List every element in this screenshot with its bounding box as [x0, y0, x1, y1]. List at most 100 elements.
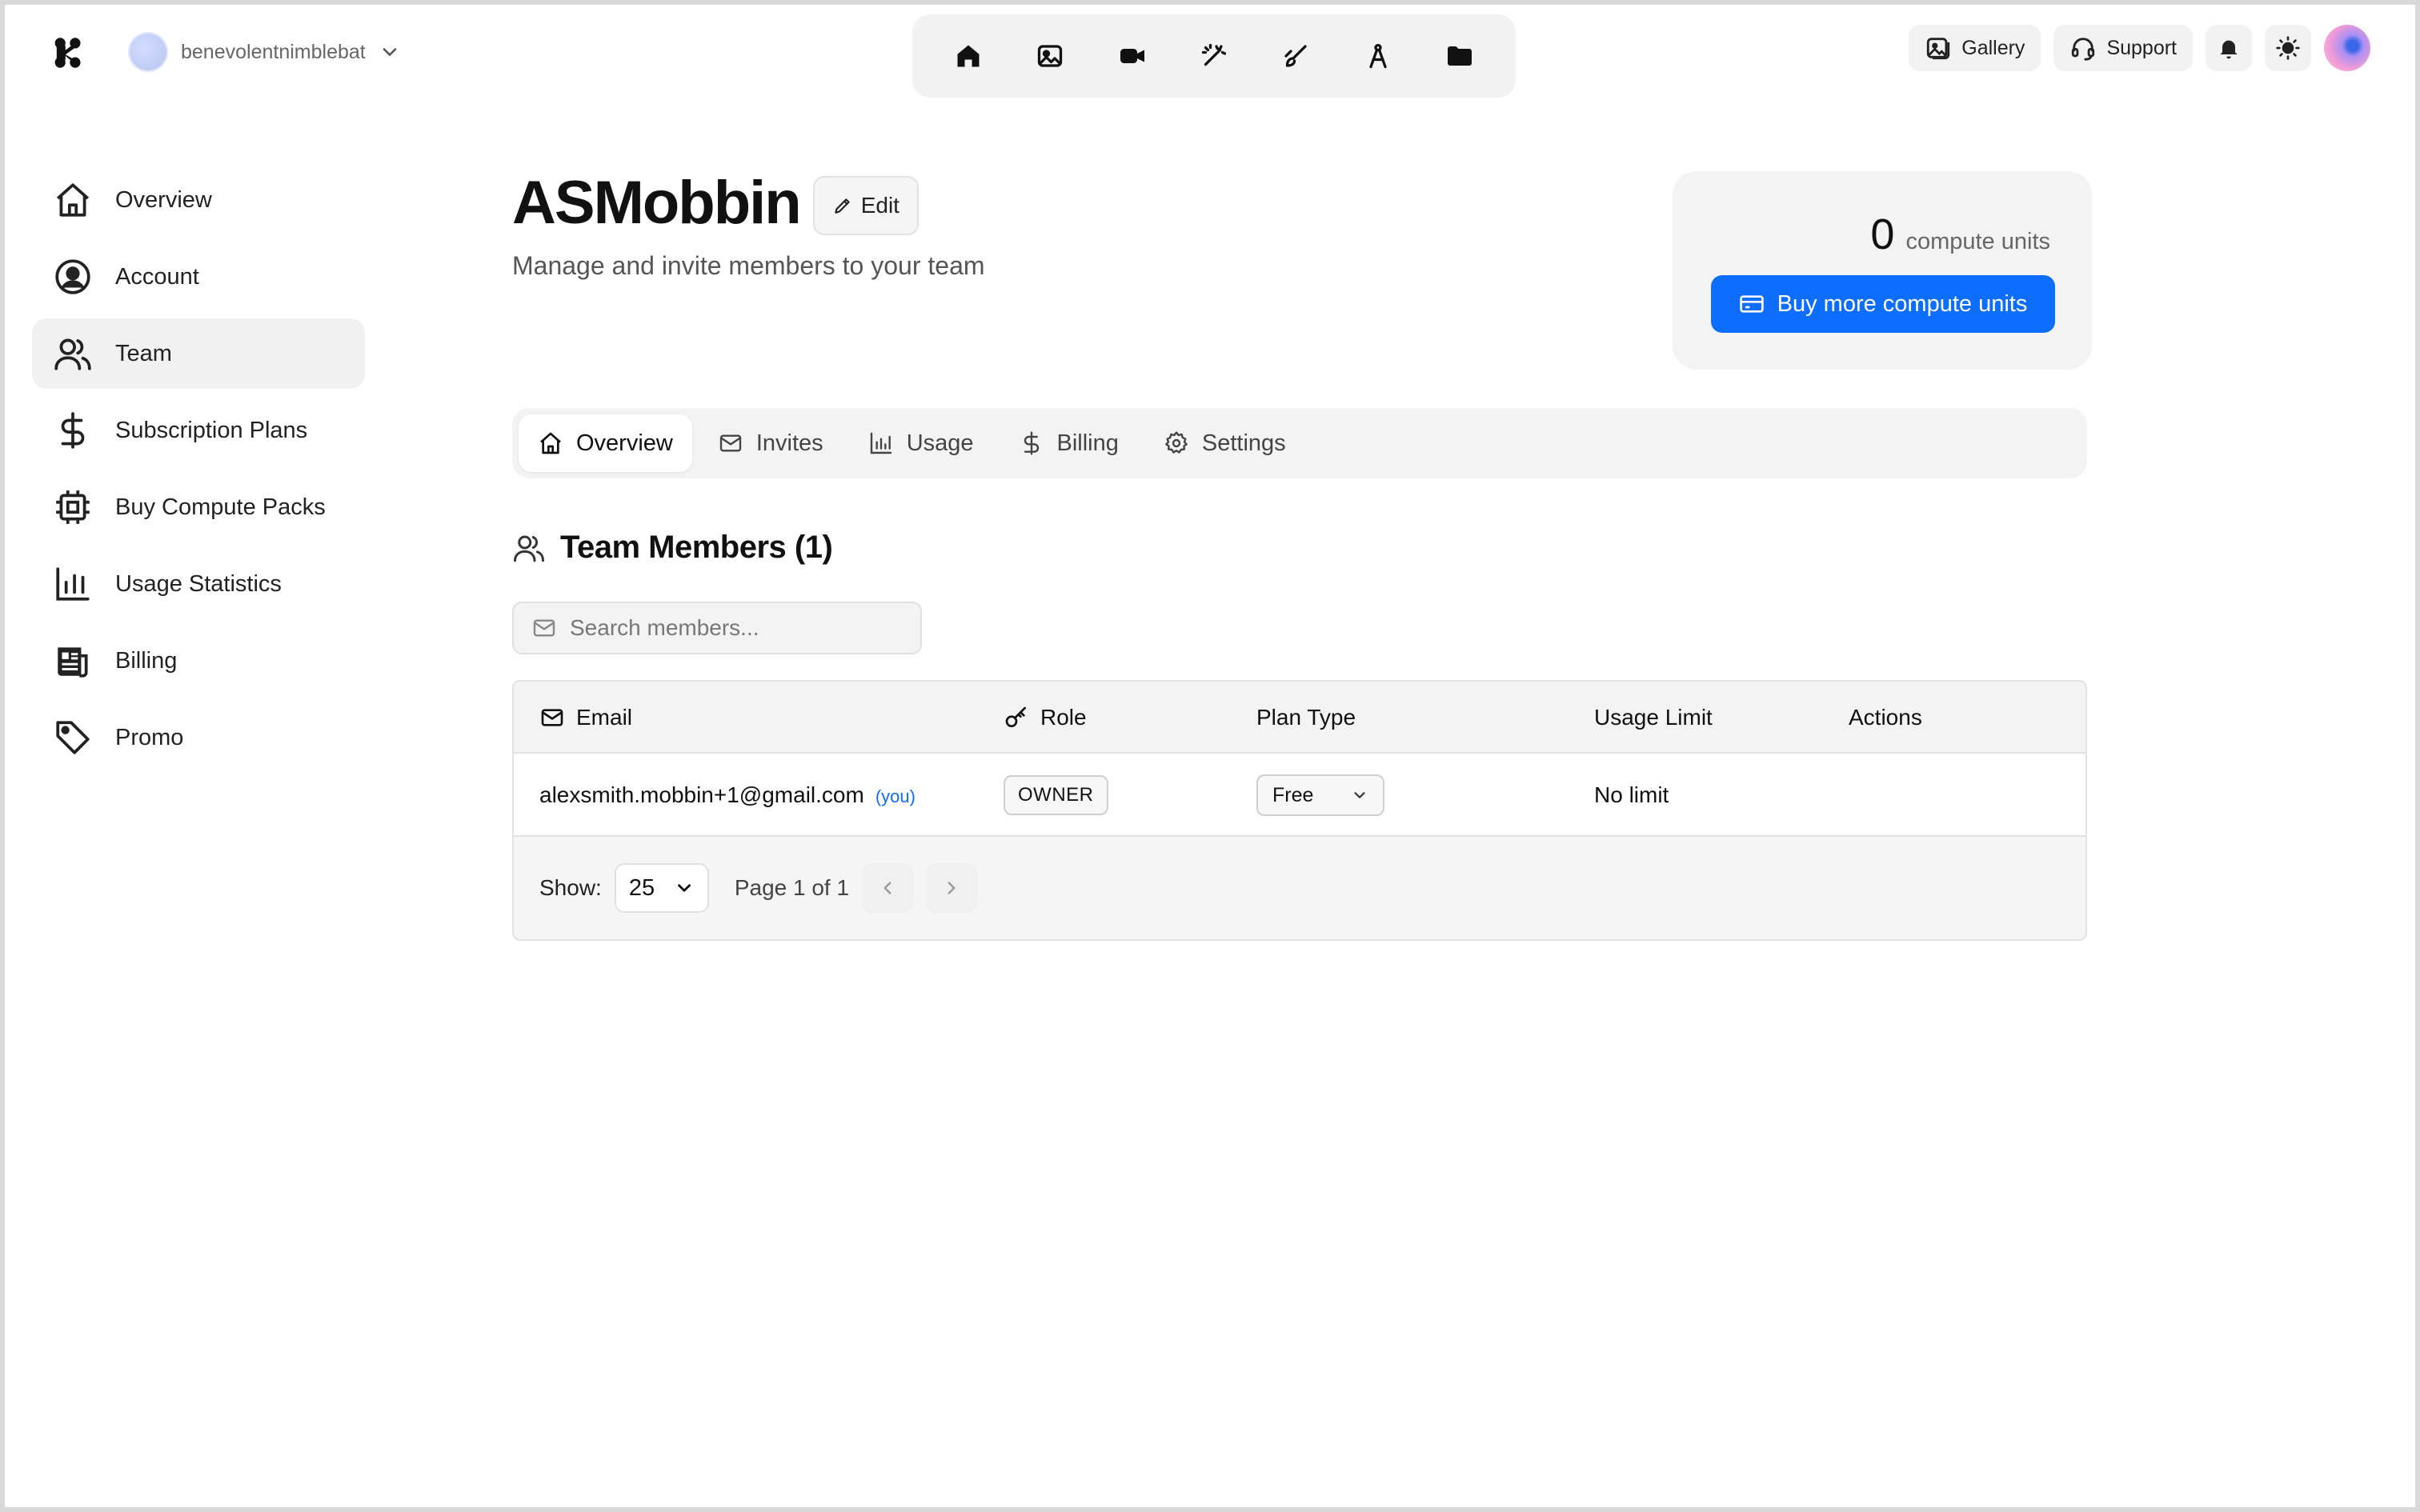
member-plan-cell: Free [1256, 754, 1384, 837]
sidebar-item-label: Team [115, 340, 172, 366]
sidebar-item-billing[interactable]: Billing [32, 626, 365, 696]
tool-folder[interactable] [1432, 29, 1487, 83]
sidebar-item-label: Usage Statistics [115, 570, 282, 597]
title-row: ASMobbin Edit [512, 168, 919, 238]
sidebar-item-label: Promo [115, 724, 184, 750]
members-table: Email Role Plan Type Usage Limit Actions [512, 680, 2087, 941]
users-icon [54, 338, 91, 370]
tool-compass[interactable] [1351, 29, 1405, 83]
member-search-box [512, 602, 922, 654]
sidebar-item-team[interactable]: Team [32, 318, 365, 389]
chevron-down-icon [1354, 792, 1365, 798]
column-label: Plan Type [1256, 705, 1356, 730]
column-label: Actions [1849, 705, 1922, 730]
video-icon [1120, 49, 1144, 63]
chevron-left-icon [883, 882, 891, 894]
theme-toggle-button[interactable] [2265, 25, 2311, 71]
mail-icon [541, 709, 563, 726]
brand-logo-icon[interactable] [50, 35, 85, 70]
chevron-right-icon [948, 882, 956, 894]
tab-usage[interactable]: Usage [849, 414, 993, 472]
member-search-input[interactable] [570, 615, 906, 641]
sidebar-item-account[interactable]: Account [32, 242, 365, 312]
buy-compute-units-button[interactable]: Buy more compute units [1711, 275, 2055, 333]
compute-units-card: 0 compute units Buy more compute units [1673, 171, 2092, 370]
sidebar-item-buy-compute-packs[interactable]: Buy Compute Packs [32, 472, 365, 542]
usage-limit-value: No limit [1594, 782, 1669, 807]
tab-billing[interactable]: Billing [1000, 414, 1138, 472]
compass-icon [1368, 43, 1387, 69]
user-avatar[interactable] [2324, 25, 2370, 71]
previous-page-button[interactable] [862, 863, 914, 913]
page-size-select[interactable]: 25 [614, 863, 709, 913]
page-size-value: 25 [628, 874, 655, 901]
sidebar: Overview Account Team Subscription Plans… [32, 165, 365, 779]
tab-overview[interactable]: Overview [519, 414, 692, 472]
tool-magic[interactable] [1187, 29, 1241, 83]
page-title: ASMobbin [512, 169, 802, 237]
table-pagination: Show: 25 Page 1 of 1 [514, 837, 2085, 939]
house-icon [540, 432, 561, 454]
mail-icon [533, 619, 555, 637]
tool-video[interactable] [1105, 29, 1160, 83]
team-tabs: Overview Invites Usage Billing Settings [512, 408, 2087, 478]
tool-home[interactable] [941, 29, 996, 83]
sidebar-item-subscription-plans[interactable]: Subscription Plans [32, 395, 365, 466]
gallery-label: Gallery [1961, 36, 2025, 59]
brush-icon [1284, 45, 1307, 67]
folder-icon [1447, 46, 1472, 66]
tab-label: Usage [906, 430, 974, 456]
sidebar-item-usage-statistics[interactable]: Usage Statistics [32, 549, 365, 619]
credit-card-icon [1739, 295, 1764, 313]
plan-type-select[interactable]: Free [1256, 774, 1384, 816]
team-members-heading: Team Members (1) [512, 530, 833, 566]
column-header-plan-type: Plan Type [1256, 682, 1356, 754]
you-tag: (you) [875, 786, 916, 806]
chip-icon [56, 490, 90, 524]
tab-label: Overview [576, 430, 673, 456]
dollar-icon [61, 412, 85, 449]
chevron-down-icon [677, 884, 691, 892]
bar-chart-icon [870, 432, 891, 454]
dollar-icon [1024, 431, 1039, 455]
support-label: Support [2106, 36, 2177, 59]
table-header: Email Role Plan Type Usage Limit Actions [514, 682, 2085, 754]
page-subtitle: Manage and invite members to your team [512, 251, 985, 280]
tab-label: Settings [1201, 430, 1286, 456]
tab-label: Invites [755, 430, 823, 456]
support-button[interactable]: Support [2053, 25, 2193, 71]
column-label: Usage Limit [1594, 705, 1713, 730]
column-label: Role [1040, 705, 1087, 730]
tool-bar [912, 14, 1516, 98]
next-page-button[interactable] [926, 863, 978, 913]
tool-image[interactable] [1023, 29, 1077, 83]
sidebar-item-promo[interactable]: Promo [32, 702, 365, 773]
sidebar-item-overview[interactable]: Overview [32, 165, 365, 235]
sidebar-item-label: Account [115, 263, 199, 290]
edit-team-name-button[interactable]: Edit [812, 175, 919, 235]
column-header-actions: Actions [1849, 682, 1922, 754]
key-icon [1005, 706, 1026, 727]
column-header-usage-limit: Usage Limit [1594, 682, 1713, 754]
tool-brush[interactable] [1268, 29, 1323, 83]
sidebar-item-label: Buy Compute Packs [115, 494, 326, 520]
page-info: Page 1 of 1 [734, 875, 850, 900]
tab-label: Billing [1056, 430, 1119, 456]
member-role-cell: OWNER [1004, 754, 1108, 837]
column-header-role: Role [1004, 682, 1087, 754]
gallery-button[interactable]: Gallery [1909, 25, 2041, 71]
table-row: alexsmith.mobbin+1@gmail.com (you) OWNER… [514, 754, 2085, 837]
tag-icon [56, 721, 90, 754]
tab-settings[interactable]: Settings [1144, 414, 1305, 472]
compute-units-value: 0 [1870, 210, 1895, 258]
plan-type-value: Free [1272, 783, 1314, 806]
magic-wand-icon [1201, 43, 1227, 66]
house-icon [57, 183, 89, 217]
tab-invites[interactable]: Invites [699, 414, 843, 472]
workspace-switcher[interactable]: benevolentnimblebat [128, 27, 401, 77]
notifications-button[interactable] [2206, 25, 2252, 71]
page-size-label: Show: [539, 875, 602, 900]
home-icon [957, 45, 980, 67]
gear-icon [1165, 431, 1188, 454]
headset-icon [2072, 38, 2095, 61]
